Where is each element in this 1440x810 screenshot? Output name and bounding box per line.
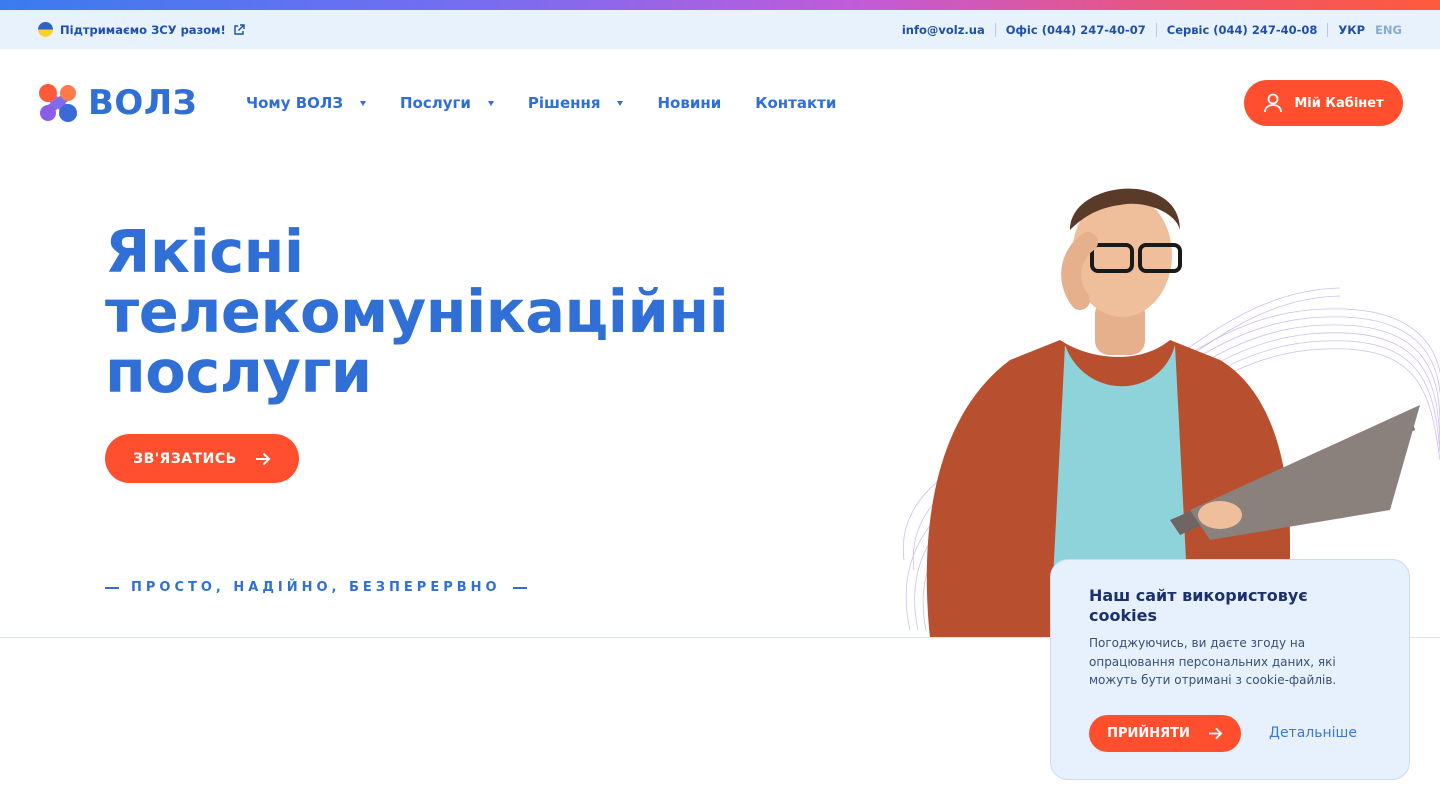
chevron-down-icon [487,100,494,106]
accept-label: ПРИЙНЯТИ [1107,725,1190,741]
logo[interactable]: ВОЛЗ [38,83,238,123]
dash-decoration [512,586,527,589]
cookie-title: Наш сайт використовує cookies [1089,586,1308,625]
contact-us-button[interactable]: ЗВ'ЯЗАТИСЬ [105,434,299,483]
nav-label: Новини [657,94,722,112]
support-link[interactable]: Підтримаємо ЗСУ разом! [38,22,245,37]
separator [1155,22,1157,37]
logo-text: ВОЛЗ [88,83,198,123]
hero-title-line: телекомунікаційні [105,277,729,346]
lang-ukr[interactable]: УКР [1338,23,1365,37]
separator [994,22,996,37]
cabinet-label: Мій Кабінет [1294,95,1384,111]
arrow-right-icon [1208,727,1223,739]
slogan-text: ПРОСТО, НАДІЙНО, БЕЗПЕРЕРВНО [131,580,501,595]
separator [1327,22,1329,37]
nav-label: Послуги [400,94,471,112]
cookie-banner: Наш сайт використовує cookies Погоджуючи… [1050,559,1410,780]
main-nav: Чому ВОЛЗ Послуги Рішення Новини Контакт… [246,94,870,112]
nav-item-services[interactable]: Послуги [400,94,494,112]
hero-title: Якісні телекомунікаційні послуги [105,222,745,402]
dash-decoration [105,586,119,589]
nav-item-news[interactable]: Новини [657,94,721,112]
slogan: ПРОСТО, НАДІЙНО, БЕЗПЕРЕРВНО [105,580,527,595]
external-link-icon [234,23,245,35]
office-phone-link[interactable]: Офіс (044) 247-40-07 [1006,23,1146,37]
support-text: Підтримаємо ЗСУ разом! [60,22,226,37]
cookie-text: Погоджуючись, ви даєте згоду на опрацюва… [1089,636,1337,687]
chevron-down-icon [617,100,624,106]
hero-title-line: Якісні [105,217,304,286]
logo-mark-icon [39,84,77,122]
top-info-bar: Підтримаємо ЗСУ разом! info@volz.ua Офіс… [0,10,1440,49]
lang-eng[interactable]: ENG [1375,23,1402,37]
hero-title-line: послуги [105,337,372,406]
cookie-actions: ПРИЙНЯТИ Детальніше [1089,714,1371,752]
top-gradient-bar [0,0,1440,10]
main-header: ВОЛЗ Чому ВОЛЗ Послуги Рішення Новини Ко… [0,49,1440,157]
accept-cookies-button[interactable]: ПРИЙНЯТИ [1089,714,1241,752]
nav-item-contacts[interactable]: Контакти [755,94,836,112]
nav-label: Чому ВОЛЗ [246,94,343,112]
cookie-details-link[interactable]: Детальніше [1269,725,1357,741]
my-cabinet-button[interactable]: Мій Кабінет [1244,80,1403,126]
arrow-right-icon [255,452,271,465]
user-icon [1264,93,1283,113]
email-link[interactable]: info@volz.ua [902,23,985,37]
ukraine-flag-icon [38,22,53,37]
service-phone-link[interactable]: Сервіс (044) 247-40-08 [1167,23,1318,37]
nav-item-solutions[interactable]: Рішення [528,94,624,112]
chevron-down-icon [360,100,366,106]
cta-label: ЗВ'ЯЗАТИСЬ [133,450,237,467]
nav-item-why-volz[interactable]: Чому ВОЛЗ [246,94,366,112]
contacts: info@volz.ua Офіс (044) 247-40-07 Сервіс… [902,22,1402,37]
nav-label: Рішення [527,94,601,112]
nav-label: Контакти [755,94,837,112]
